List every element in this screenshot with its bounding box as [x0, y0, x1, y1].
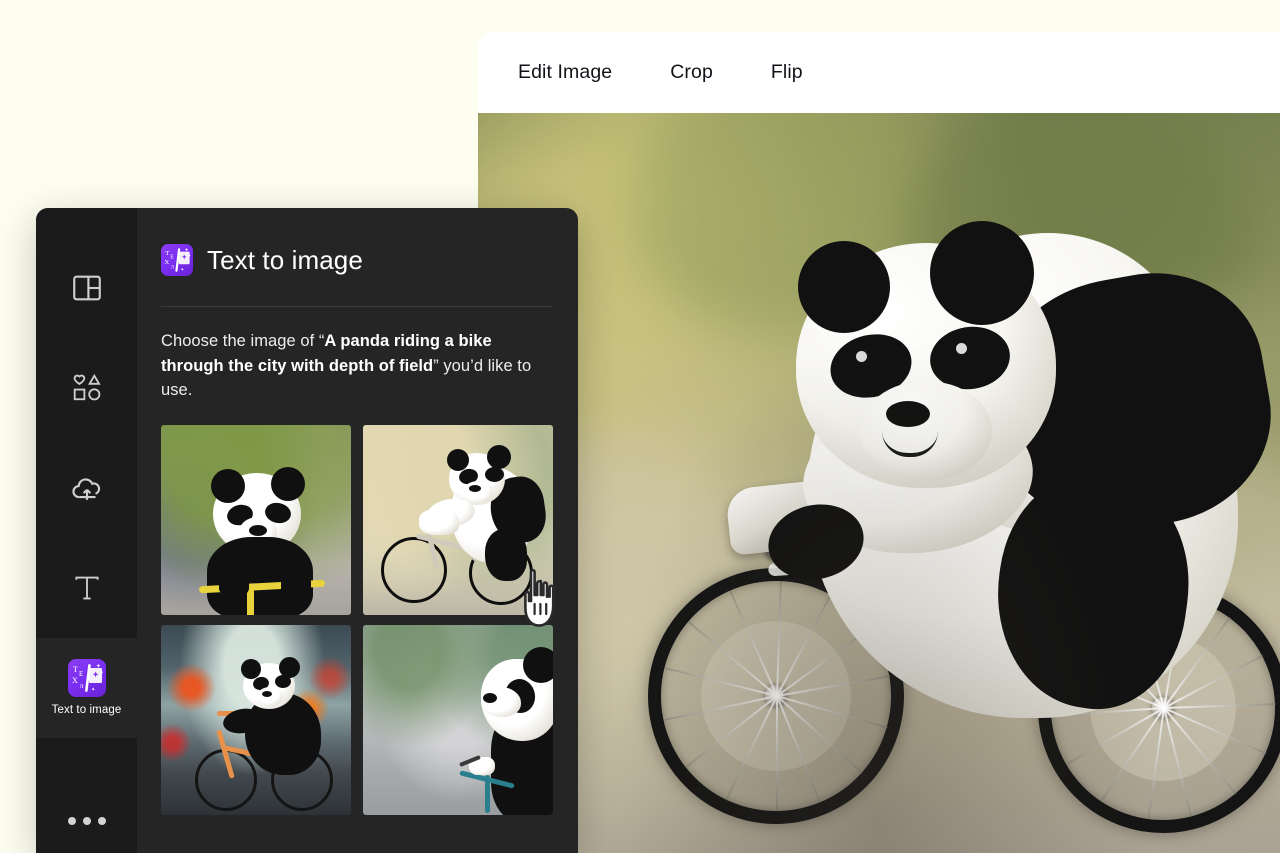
image-editor-window: Edit Image Crop Flip	[478, 32, 1280, 853]
sidebar-item-elements[interactable]	[36, 338, 137, 438]
thumbnail-art	[161, 624, 351, 815]
sidebar-more-button[interactable]	[36, 790, 137, 853]
sidebar-item-label: Text to image	[51, 704, 122, 717]
generated-image-4[interactable]	[363, 624, 553, 815]
layout-grid-icon	[72, 275, 101, 301]
cloud-upload-icon	[71, 478, 100, 500]
text-to-image-app-icon: T E X π	[161, 244, 193, 276]
svg-text:X: X	[72, 676, 78, 685]
panel-body: T E X π Text to image Choose the image o…	[137, 208, 578, 853]
more-dot	[67, 817, 76, 826]
thumbnail-art	[363, 424, 553, 615]
thumbnail-art	[161, 424, 351, 615]
text-t-icon	[74, 576, 99, 600]
text-to-image-app-icon: T E X π	[67, 659, 106, 698]
flip-button[interactable]: Flip	[761, 55, 813, 90]
svg-text:X: X	[164, 259, 169, 266]
page-title: Text to image	[207, 244, 363, 275]
generated-image-grid	[161, 424, 553, 815]
edit-image-button[interactable]: Edit Image	[508, 55, 622, 90]
image-toolbar: Edit Image Crop Flip	[478, 32, 1280, 113]
svg-text:T: T	[73, 665, 78, 674]
sidebar-item-design[interactable]	[36, 238, 137, 338]
generated-image-2[interactable]	[363, 424, 553, 615]
instruction-text: Choose the image of “A panda riding a bi…	[161, 329, 553, 403]
sidebar-item-text-to-image[interactable]: T E X π Text to image	[36, 637, 137, 738]
shapes-icon	[73, 373, 101, 401]
more-dot	[82, 817, 91, 826]
generated-image-1[interactable]	[161, 424, 351, 615]
panel-header: T E X π Text to image	[161, 244, 553, 276]
svg-text:π: π	[171, 264, 174, 270]
more-dot	[97, 817, 106, 826]
instruction-prefix: Choose the image of “	[161, 332, 325, 350]
divider	[161, 306, 553, 307]
svg-text:π: π	[80, 682, 84, 690]
selected-generated-image[interactable]	[478, 113, 1280, 853]
sidebar-item-text[interactable]	[36, 538, 137, 638]
thumbnail-art	[363, 624, 553, 815]
sidebar-rail: T E X π Text to image	[36, 208, 137, 853]
text-to-image-editor-panel: T E X π Text to image T E X π Text to im…	[36, 208, 578, 853]
svg-text:E: E	[79, 670, 83, 678]
crop-button[interactable]: Crop	[660, 55, 723, 90]
svg-text:T: T	[165, 250, 169, 257]
generated-image-3[interactable]	[161, 624, 351, 815]
sidebar-item-uploads[interactable]	[36, 438, 137, 538]
svg-text:E: E	[170, 254, 174, 260]
